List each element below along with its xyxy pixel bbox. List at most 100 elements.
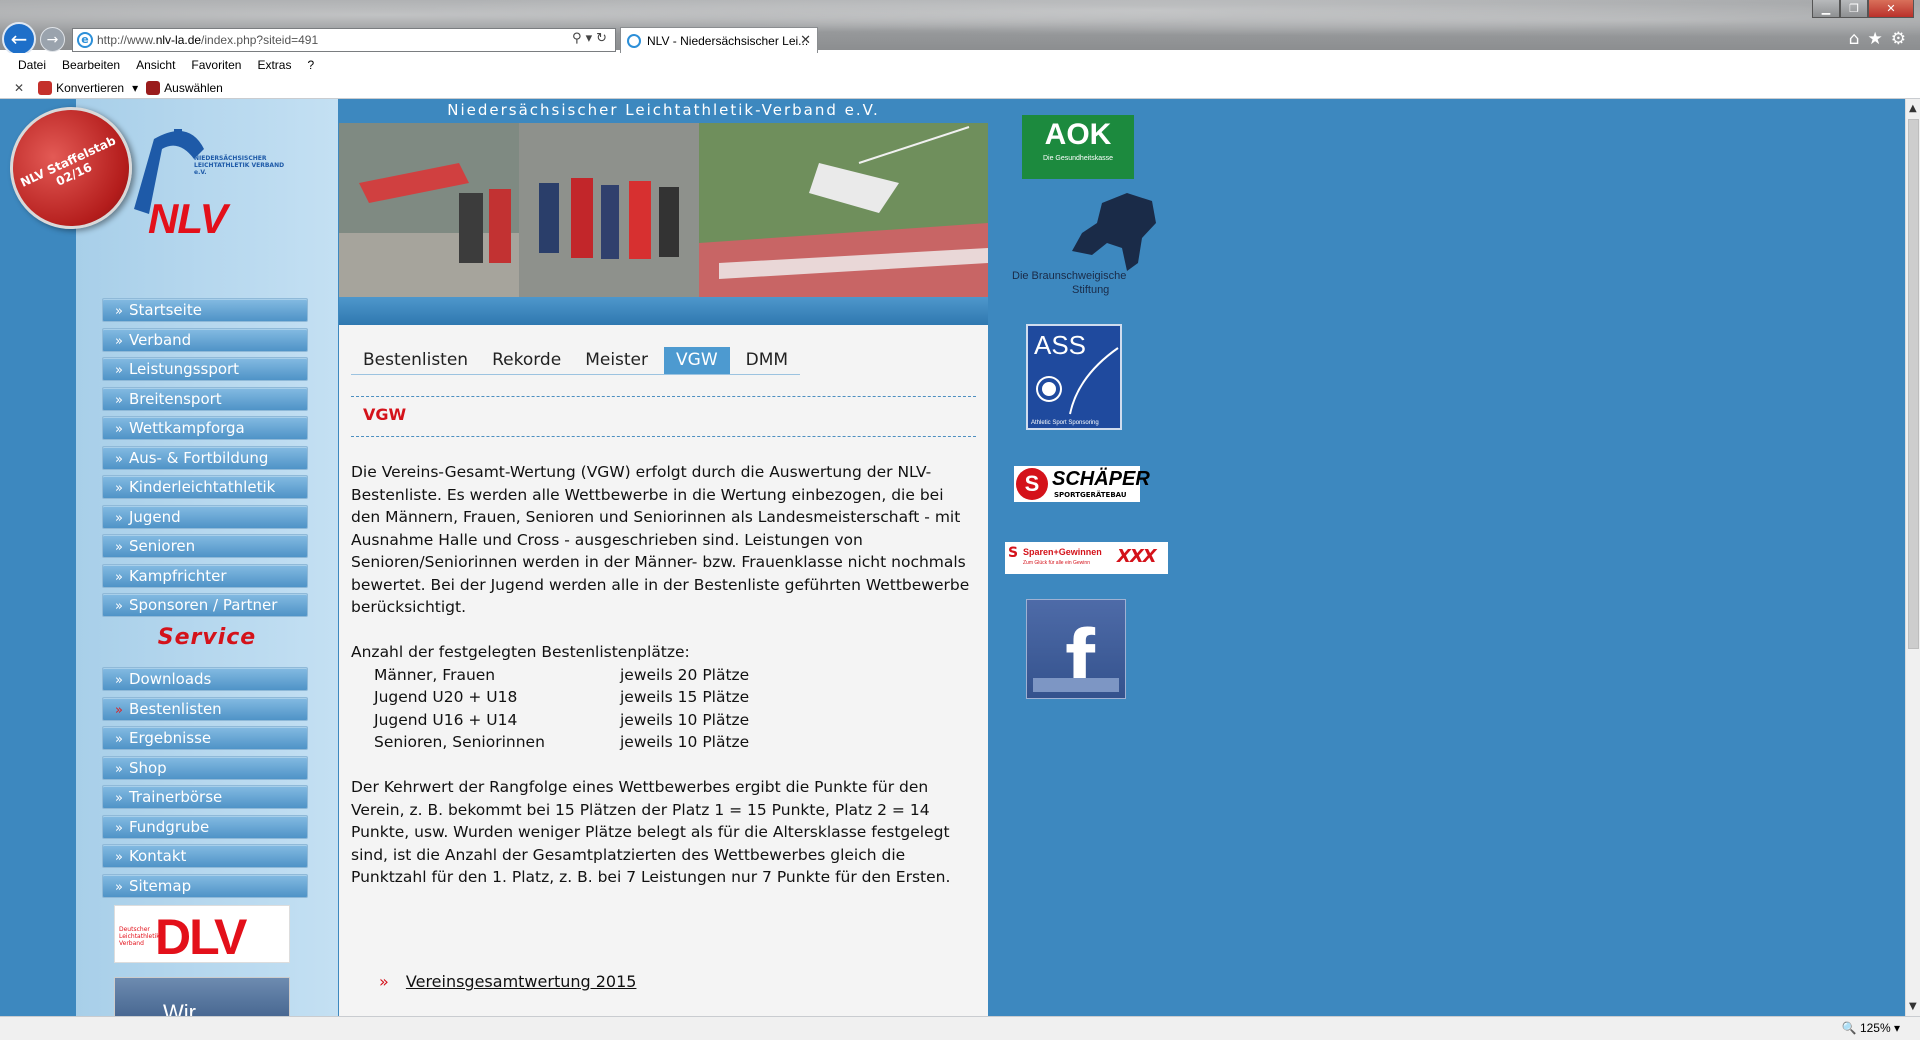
logo-area[interactable]: NLV Staffelstab 02/16 NIEDERSÄCHSISCHER … (0, 99, 338, 269)
nav-item-jugend[interactable]: » Jugend (102, 504, 308, 529)
banner-photo (339, 123, 988, 297)
paragraph-intro: Die Vereins-Gesamt-Wertung (VGW) erfolgt… (351, 463, 970, 616)
service-nav: » Downloads » Bestenlisten » Ergebnisse » Sh… (102, 667, 308, 903)
tab-rekorde[interactable]: Rekorde (480, 347, 573, 374)
nav-item-bestenlisten[interactable]: » Bestenlisten (102, 696, 308, 721)
zoom-level[interactable]: 🔍 125% ▾ (1842, 1021, 1900, 1035)
schaeper-logo[interactable]: S SCHÄPER SPORTGERÄTEBAU (1014, 466, 1150, 502)
sparen-gewinnen-logo[interactable]: S Sparen+Gewinnen Zum Glück für alle ein… (1005, 542, 1168, 574)
tab-dmm[interactable]: DMM (734, 347, 800, 374)
tab-vgw[interactable]: VGW (664, 347, 730, 374)
menu-ansicht[interactable]: Ansicht (136, 58, 175, 72)
tab-meister[interactable]: Meister (573, 347, 660, 374)
maximize-button[interactable]: ❐ (1840, 0, 1868, 18)
service-heading: Service (157, 625, 257, 650)
nav-item-wettkampforga[interactable]: » Wettkampforga (102, 416, 308, 440)
left-column: NLV Staffelstab 02/16 NIEDERSÄCHSISCHER … (0, 99, 338, 1016)
close-icon[interactable]: ✕ (14, 81, 24, 95)
wir-text: Wir (163, 1000, 196, 1016)
banner-photo-collage (339, 123, 988, 297)
schaeper-s-icon: S (1016, 468, 1048, 500)
section-title: VGW (363, 405, 407, 424)
content-tabs: Bestenlisten Rekorde Meister VGW DMM (351, 347, 801, 375)
dlv-logo-text: DLV (155, 909, 247, 965)
aok-logo[interactable]: AOK Die Gesundheitskasse (1022, 115, 1134, 179)
ass-curve-icon (1069, 347, 1119, 415)
scroll-thumb[interactable] (1908, 119, 1919, 649)
dlv-org-name: Deutscher Leichtathletik-Verband (119, 926, 162, 947)
main-nav: » Startseite » Verband » Leistungssport » Br… (102, 298, 308, 623)
facebook-icon[interactable]: f (1026, 599, 1126, 699)
nav-item-leistungssport[interactable]: » Leistungssport (102, 357, 308, 381)
link-row: » Vereinsgesamtwertung 2015 (379, 972, 636, 991)
home-icon[interactable]: ⌂ (1849, 29, 1868, 49)
address-bar[interactable]: e http://www.nlv-la.de/index.php?siteid=… (72, 28, 616, 52)
convert-icon (38, 80, 53, 95)
vereinsgesamtwertung-link[interactable]: Vereinsgesamtwertung 2015 (406, 972, 637, 991)
dropdown-icon[interactable]: ▾ (586, 31, 597, 46)
close-icon[interactable]: ✕ (800, 32, 811, 48)
body-text: Die Vereins-Gesamt-Wertung (VGW) erfolgt… (351, 461, 976, 911)
scroll-down-icon[interactable]: ▼ (1909, 1001, 1917, 1012)
zoom-icon: 🔍 (1841, 1021, 1857, 1035)
chevron-down-icon[interactable]: ▾ (132, 81, 138, 95)
nav-item-kontakt[interactable]: » Kontakt (102, 844, 308, 868)
nav-item-kinderleichtathletik[interactable]: » Kinderleichtathletik (102, 475, 308, 499)
address-tools[interactable]: ⚲▾↻ (572, 31, 611, 46)
nav-item-sponsoren-partner[interactable]: » Sponsoren / Partner (102, 593, 308, 617)
tab-title: NLV - Niedersächsischer Lei... (647, 33, 809, 48)
search-icon[interactable]: ⚲ (572, 31, 586, 46)
menu-datei[interactable]: Datei (18, 58, 46, 72)
plaetze-row: Senioren, Seniorinnen jeweils 10 Plätze (374, 733, 750, 751)
nav-item-sitemap[interactable]: » Sitemap (102, 873, 308, 898)
main-content: Niedersächsischer Leichtathletik-Verband… (339, 99, 988, 1016)
divider (351, 396, 976, 397)
map-icon (1072, 193, 1156, 271)
minimize-button[interactable]: ▁ (1812, 0, 1840, 18)
scroll-up-icon[interactable]: ▲ (1909, 103, 1917, 114)
nav-item-ergebnisse[interactable]: » Ergebnisse (102, 726, 308, 750)
gear-icon[interactable]: ⚙ (1891, 29, 1914, 49)
ass-target-icon (1038, 378, 1060, 400)
nav-item-startseite[interactable]: » Startseite (102, 298, 308, 322)
browser-tab[interactable]: NLV - Niedersächsischer Lei... ✕ (620, 27, 818, 53)
dlv-logo[interactable]: Deutscher Leichtathletik-Verband DLV (114, 905, 290, 965)
konvertieren-button[interactable]: Konvertieren (56, 81, 124, 95)
menu-help[interactable]: ? (307, 58, 314, 72)
star-icon[interactable]: ★ (1868, 29, 1891, 49)
page-viewport: NLV Staffelstab 02/16 NIEDERSÄCHSISCHER … (0, 99, 1905, 1016)
tab-bestenlisten[interactable]: Bestenlisten (351, 347, 480, 374)
ass-logo[interactable]: ASS Athletic Sport Sponsoring (1026, 324, 1122, 430)
menu-extras[interactable]: Extras (257, 58, 291, 72)
braunschweigische-stiftung-logo[interactable]: Die Braunschweigische Stiftung (1002, 193, 1162, 297)
menu-bearbeiten[interactable]: Bearbeiten (62, 58, 120, 72)
plaetze-row: Jugend U16 + U14 jeweils 10 Plätze (374, 710, 750, 729)
vertical-scrollbar[interactable]: ▲ ▼ (1905, 99, 1920, 1016)
forward-button[interactable]: → (40, 27, 65, 52)
nav-item-verband[interactable]: » Verband (102, 327, 308, 352)
nav-item-aus-fortbildung[interactable]: » Aus- & Fortbildung (102, 445, 308, 470)
menu-bar: Datei Bearbeiten Ansicht Favoriten Extra… (0, 53, 1920, 77)
wir-banner[interactable]: Wir (114, 977, 290, 1016)
staffelstab-badge[interactable]: NLV Staffelstab 02/16 (0, 99, 153, 250)
plaetze-heading: Anzahl der festgelegten Bestenlistenplät… (351, 643, 690, 661)
window-close-button[interactable]: ✕ (1868, 0, 1914, 18)
nav-item-breitensport[interactable]: » Breitensport (102, 386, 308, 411)
nav-item-senioren[interactable]: » Senioren (102, 534, 308, 558)
back-button[interactable]: ← (2, 22, 36, 56)
plaetze-row: Männer, Frauen jeweils 20 Plätze (374, 665, 750, 684)
auswaehlen-button[interactable]: Auswählen (164, 81, 223, 95)
refresh-icon[interactable]: ↻ (596, 31, 611, 46)
menu-favoriten[interactable]: Favoriten (191, 58, 241, 72)
ie-icon (627, 33, 641, 48)
plaetze-row: Jugend U20 + U18 jeweils 15 Plätze (374, 688, 750, 706)
arrow-right-icon: → (46, 31, 59, 48)
window-controls: ▁ ❐ ✕ (1812, 0, 1914, 18)
nav-item-kampfrichter[interactable]: » Kampfrichter (102, 563, 308, 588)
nav-item-trainerboerse[interactable]: » Trainerbörse (102, 785, 308, 809)
command-bar: ✕ Konvertieren ▾ Auswählen (0, 77, 1920, 99)
nav-item-downloads[interactable]: » Downloads (102, 667, 308, 691)
nav-item-shop[interactable]: » Shop (102, 755, 308, 780)
select-icon (146, 80, 161, 95)
nav-item-fundgrube[interactable]: » Fundgrube (102, 814, 308, 839)
